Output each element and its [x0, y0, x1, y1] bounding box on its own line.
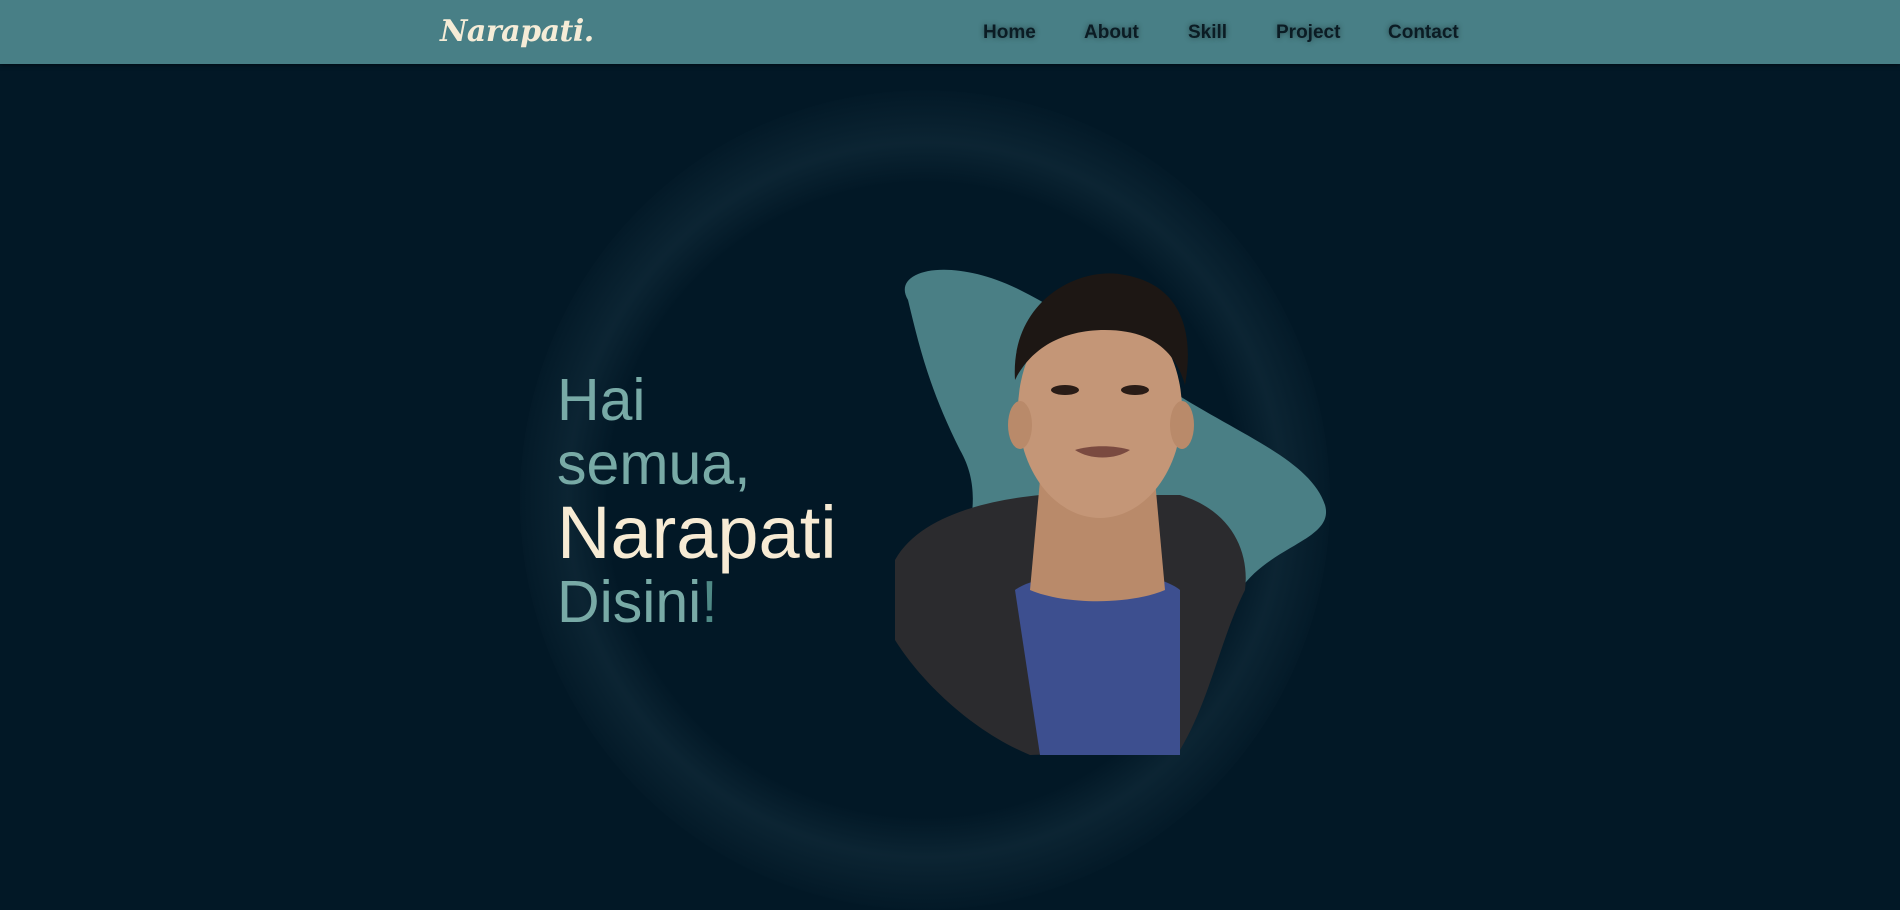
nav-link-about[interactable]: About: [1084, 22, 1139, 44]
photo-eye-right: [1121, 385, 1149, 395]
greeting-line-hai: Hai: [557, 367, 646, 433]
profile-photo: [895, 269, 1327, 755]
greeting-disini-text: Disini: [557, 569, 702, 635]
greeting-exclamation: !: [701, 569, 718, 635]
hero-greeting: Hai semua, Narapati Disini!: [557, 368, 837, 634]
greeting-line-semua: semua,: [557, 431, 751, 497]
photo-ear-left: [1008, 401, 1032, 449]
navbar: Narapati. Home About Skill Project Conta…: [0, 0, 1900, 64]
hero-name: Narapati: [557, 491, 837, 574]
nav-link-contact[interactable]: Contact: [1388, 22, 1459, 44]
photo-ear-right: [1170, 401, 1194, 449]
nav-link-skill[interactable]: Skill: [1188, 22, 1227, 44]
nav-menu: Home About Skill Project Contact: [0, 0, 1900, 64]
greeting-line-disini: Disini!: [557, 570, 837, 634]
nav-link-home[interactable]: Home: [983, 22, 1036, 44]
photo-eye-left: [1051, 385, 1079, 395]
nav-link-project[interactable]: Project: [1276, 22, 1340, 44]
